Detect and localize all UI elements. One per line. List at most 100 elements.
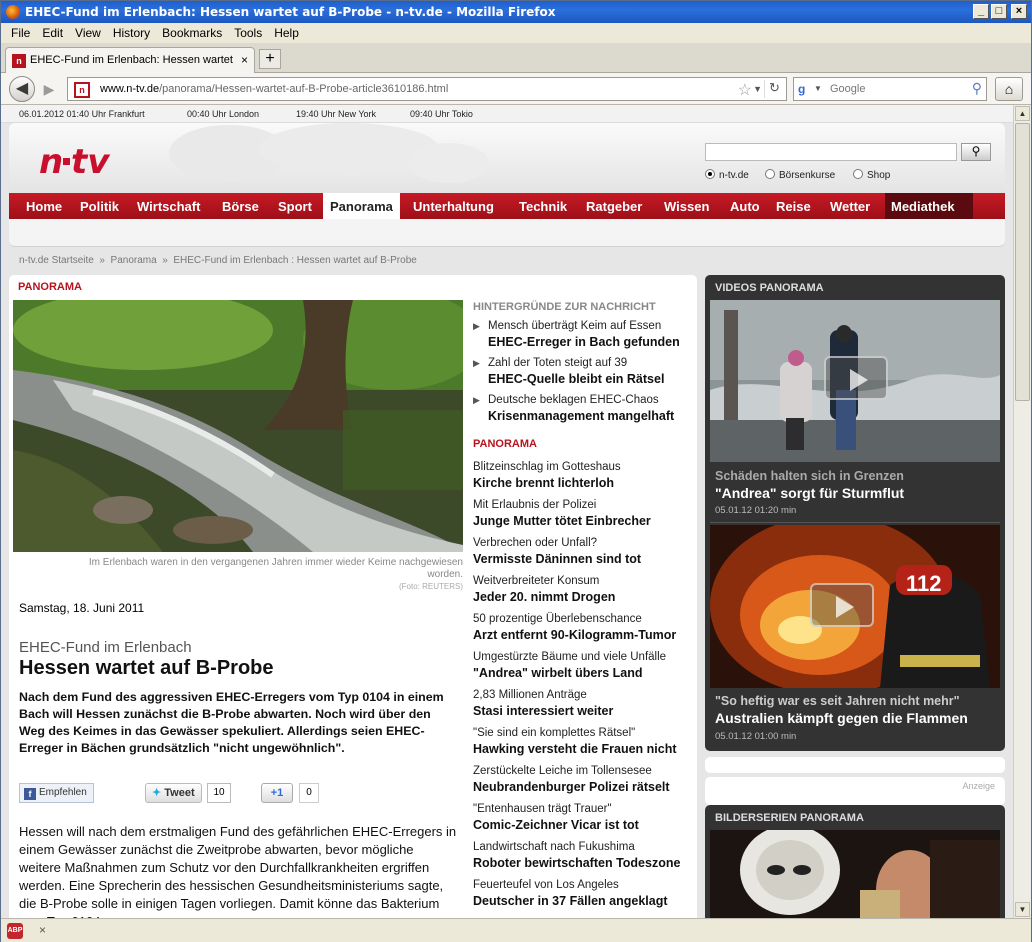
video-thumbnail-fire[interactable]: 112 [710, 525, 1000, 688]
bookmark-star-icon[interactable]: ☆ [738, 80, 752, 100]
google-plus-button[interactable]: +1 [261, 783, 293, 803]
list-item[interactable]: 50 prozentige Überlebenschance Arzt entfe… [473, 612, 697, 643]
video-title[interactable]: "Andrea" sorgt für Sturmflut [715, 485, 904, 501]
nav-ratgeber[interactable]: Ratgeber [586, 199, 642, 214]
close-addon-bar-icon[interactable]: × [39, 923, 46, 937]
background-item[interactable]: ▶ Deutsche beklagen EHEC-Chaos Krisenmanag… [473, 393, 697, 424]
scroll-thumb[interactable] [1015, 123, 1030, 401]
menu-view[interactable]: View [69, 23, 107, 40]
videos-box: VIDEOS PANORAMA Schäden halten sich in G… [705, 275, 1005, 751]
site-search-button[interactable]: ⚲ [961, 143, 991, 161]
menu-help[interactable]: Help [268, 23, 305, 40]
article-body: Hessen will nach dem erstmaligen Fund de… [19, 824, 457, 918]
facebook-recommend-button[interactable]: f Empfehlen [19, 783, 94, 803]
maximize-button[interactable]: □ [991, 4, 1007, 19]
site-search-input[interactable] [705, 143, 957, 161]
reload-button[interactable]: ↻ [764, 80, 784, 98]
list-item[interactable]: Feuerteufel von Los Angeles Deutscher in … [473, 878, 697, 909]
menu-tools[interactable]: Tools [228, 23, 268, 40]
svg-text:n: n [39, 142, 63, 182]
new-tab-button[interactable]: + [259, 49, 281, 69]
nav-wissen[interactable]: Wissen [664, 199, 709, 214]
section-label[interactable]: PANORAMA [18, 281, 82, 293]
world-map-watermark [169, 123, 489, 183]
forward-button[interactable]: ▶ [37, 80, 61, 98]
article-kicker: EHEC-Fund im Erlenbach [19, 639, 192, 656]
nav-unterhaltung[interactable]: Unterhaltung [413, 199, 494, 214]
video-title[interactable]: Australien kämpft gegen die Flammen [715, 710, 968, 726]
scroll-up-icon[interactable]: ▲ [1015, 106, 1030, 121]
search-engine-box[interactable]: g ▼ Google ⚲ [793, 77, 987, 101]
video-kicker: Schäden halten sich in Grenzen [715, 469, 904, 483]
back-button[interactable]: ◀ [9, 76, 35, 102]
background-item[interactable]: ▶ Mensch überträgt Keim auf Essen EHEC-Err… [473, 319, 697, 350]
video-kicker: "So heftig war es seit Jahren nicht mehr… [715, 694, 960, 708]
arrow-right-icon: ▶ [473, 358, 480, 368]
nav-panorama[interactable]: Panorama [323, 193, 400, 219]
menu-history[interactable]: History [107, 23, 156, 40]
panorama-list-title[interactable]: PANORAMA [473, 438, 697, 450]
tab-article[interactable]: n EHEC-Fund im Erlenbach: Hessen wartet … [5, 47, 255, 73]
nav-mediathek[interactable]: Mediathek [891, 199, 955, 214]
search-icon[interactable]: ⚲ [972, 80, 982, 97]
play-icon[interactable] [824, 356, 888, 400]
radio-ntv[interactable]: n-tv.de [705, 169, 749, 181]
nav-boerse[interactable]: Börse [222, 199, 259, 214]
radio-shop[interactable]: Shop [853, 169, 890, 181]
nav-auto[interactable]: Auto [730, 199, 760, 214]
nav-home[interactable]: Home [26, 199, 62, 214]
video-thumbnail-storm[interactable] [710, 300, 1000, 462]
nav-wirtschaft[interactable]: Wirtschaft [137, 199, 200, 214]
list-item[interactable]: Zerstückelte Leiche im Tollensesee Neubra… [473, 764, 697, 795]
radio-boersenkurse[interactable]: Börsenkurse [765, 169, 835, 181]
bilderserien-title[interactable]: BILDERSERIEN PANORAMA [715, 812, 864, 824]
tab-label: EHEC-Fund im Erlenbach: Hessen wartet au… [30, 54, 235, 66]
adblock-icon[interactable]: ABP [7, 923, 23, 939]
status-bar: ABP × [1, 918, 1031, 942]
play-icon[interactable] [810, 583, 874, 627]
nav-wetter[interactable]: Wetter [830, 199, 870, 214]
photo-credit: (Foto: REUTERS) [398, 582, 463, 591]
list-item[interactable]: "Entenhausen trägt Trauer" Comic-Zeichner… [473, 802, 697, 833]
nav-sport[interactable]: Sport [278, 199, 312, 214]
list-item[interactable]: Landwirtschaft nach Fukushima Roboter bew… [473, 840, 697, 871]
ntv-logo[interactable]: n tv [39, 141, 125, 182]
tweet-button[interactable]: ✦ Tweet [145, 783, 202, 803]
list-item[interactable]: Weitverbreiteter Konsum Jeder 20. nimmt D… [473, 574, 697, 605]
engine-dropdown-icon[interactable]: ▼ [814, 84, 822, 93]
url-bar[interactable]: n www.n-tv.de/panorama/Hessen-wartet-auf… [67, 77, 787, 101]
vertical-scrollbar[interactable]: ▲ ▼ [1013, 105, 1031, 918]
nav-technik[interactable]: Technik [519, 199, 567, 214]
list-item[interactable]: 2,83 Millionen Anträge Stasi interessiert… [473, 688, 697, 719]
url-dropdown-icon[interactable]: ▼ [753, 84, 762, 94]
home-button[interactable]: ⌂ [995, 77, 1023, 101]
divider [710, 522, 1000, 523]
breadcrumb-panorama[interactable]: Panorama [111, 255, 157, 266]
background-item[interactable]: ▶ Zahl der Toten steigt auf 39 EHEC-Quelle… [473, 356, 697, 387]
menu-bookmarks[interactable]: Bookmarks [156, 23, 228, 40]
ntv-favicon-icon: n [12, 54, 26, 68]
close-button[interactable]: × [1011, 4, 1027, 19]
minimize-button[interactable]: _ [973, 4, 989, 19]
list-item[interactable]: Mit Erlaubnis der Polizei Junge Mutter tö… [473, 498, 697, 529]
breadcrumb-home[interactable]: n-tv.de Startseite [19, 255, 94, 266]
list-item[interactable]: "Sie sind ein komplettes Rätsel" Hawking … [473, 726, 697, 757]
ad-label: Anzeige [962, 781, 995, 791]
tab-close-icon[interactable]: × [241, 53, 248, 67]
site-header: n tv ⚲ n-tv.de Börsenkurse Shop [9, 123, 1005, 193]
stream-photo-graphic [13, 300, 463, 552]
videos-title[interactable]: VIDEOS PANORAMA [715, 282, 824, 294]
nav-reise[interactable]: Reise [776, 199, 811, 214]
bilderserien-box: BILDERSERIEN PANORAMA [705, 805, 1005, 918]
nav-politik[interactable]: Politik [80, 199, 119, 214]
scroll-down-icon[interactable]: ▼ [1015, 902, 1030, 917]
menu-edit[interactable]: Edit [36, 23, 69, 40]
list-item[interactable]: Umgestürzte Bäume und viele Unfälle "Andr… [473, 650, 697, 681]
list-item[interactable]: Verbrechen oder Unfall? Vermisste Däninne… [473, 536, 697, 567]
article-column: PANORAMA Im Erlenbach waren in den verga… [9, 275, 697, 918]
bilderserien-thumbnail[interactable] [710, 830, 1000, 918]
menu-file[interactable]: File [5, 23, 36, 40]
ad-container: Anzeige [705, 777, 1005, 805]
list-item[interactable]: Blitzeinschlag im Gotteshaus Kirche brenn… [473, 460, 697, 491]
social-buttons: f Empfehlen ✦ Tweet 10 +1 0 [19, 783, 459, 805]
